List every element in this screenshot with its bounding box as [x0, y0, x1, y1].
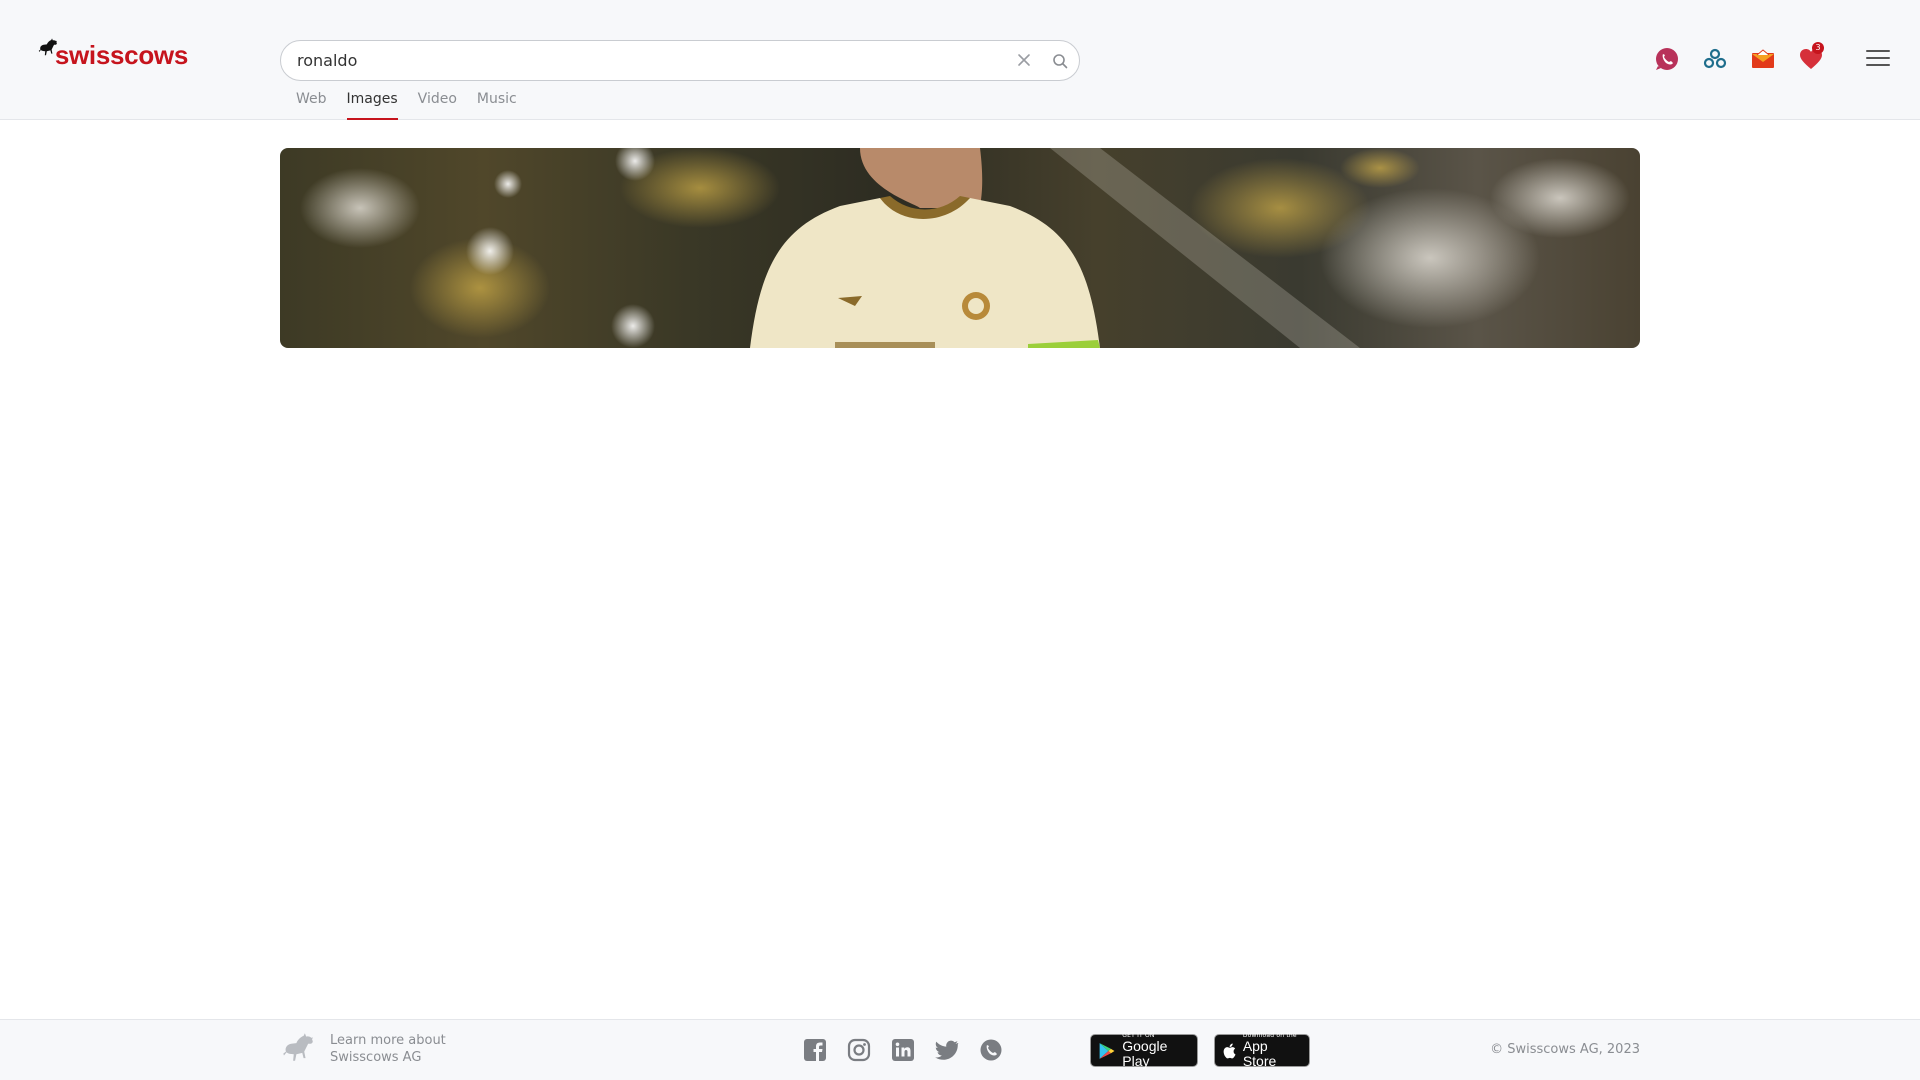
notification-badge: 3 [1812, 42, 1824, 54]
cow-logo-icon [283, 1033, 313, 1061]
apple-icon [1223, 1043, 1236, 1058]
learn-more-line2: Swisscows AG [330, 1050, 422, 1065]
google-play-icon [1099, 1042, 1115, 1059]
learn-more-text: Learn more about Swisscows AG [330, 1032, 446, 1066]
tab-video[interactable]: Video [418, 88, 457, 120]
instagram-icon[interactable] [847, 1038, 871, 1062]
clear-search-button[interactable] [1014, 50, 1034, 70]
tab-web[interactable]: Web [296, 88, 327, 120]
page-footer: Learn more about Swisscows AG GET IT ON … [0, 1019, 1920, 1080]
teleguard-button[interactable] [1652, 44, 1682, 74]
image-result[interactable] [280, 148, 1640, 348]
vpn-button[interactable] [1700, 44, 1730, 74]
copyright-text: © Swisscows AG, 2023 [1490, 1042, 1640, 1057]
header-apps: 3 [1652, 42, 1826, 74]
email-icon [1752, 49, 1774, 68]
twitter-icon[interactable] [935, 1038, 959, 1062]
app-store-links: GET IT ON Google Play Download on the Ap… [1090, 1032, 1310, 1069]
menu-button[interactable] [1866, 50, 1890, 70]
email-button[interactable] [1748, 44, 1778, 74]
tab-images[interactable]: Images [346, 88, 398, 120]
brand-name: swisscows [54, 40, 188, 70]
linkedin-icon[interactable] [891, 1038, 915, 1062]
search-icon [1053, 54, 1068, 69]
search-submit-button[interactable] [1049, 50, 1071, 72]
app-store-badge[interactable]: Download on the App Store [1214, 1032, 1310, 1069]
donate-button[interactable]: 3 [1796, 42, 1826, 74]
learn-more-line1: Learn more about [330, 1033, 446, 1048]
learn-more-link[interactable]: Learn more about Swisscows AG [282, 1032, 446, 1066]
search-tabs: Web Images Video Music [296, 88, 517, 120]
search-input[interactable] [297, 41, 977, 80]
google-play-badge[interactable]: GET IT ON Google Play [1090, 1032, 1198, 1069]
swisscows-logo[interactable]: swisscows [38, 22, 188, 74]
facebook-icon[interactable] [803, 1038, 827, 1062]
hamburger-icon-bar [1866, 64, 1890, 66]
social-links [803, 1038, 1003, 1062]
tab-music[interactable]: Music [477, 88, 517, 120]
close-icon [1018, 54, 1030, 66]
image-thumbnail [300, 148, 1630, 348]
hamburger-icon-bar [1866, 50, 1890, 52]
google-play-text: Google Play [1122, 1038, 1168, 1069]
top-header: swisscows Web Images Video Music [0, 0, 1920, 120]
vpn-icon [1703, 48, 1727, 69]
app-store-text: App Store [1242, 1038, 1277, 1069]
hamburger-icon-bar [1866, 57, 1890, 59]
teleguard-icon[interactable] [979, 1038, 1003, 1062]
teleguard-icon [1656, 48, 1678, 70]
search-box [280, 40, 1080, 81]
